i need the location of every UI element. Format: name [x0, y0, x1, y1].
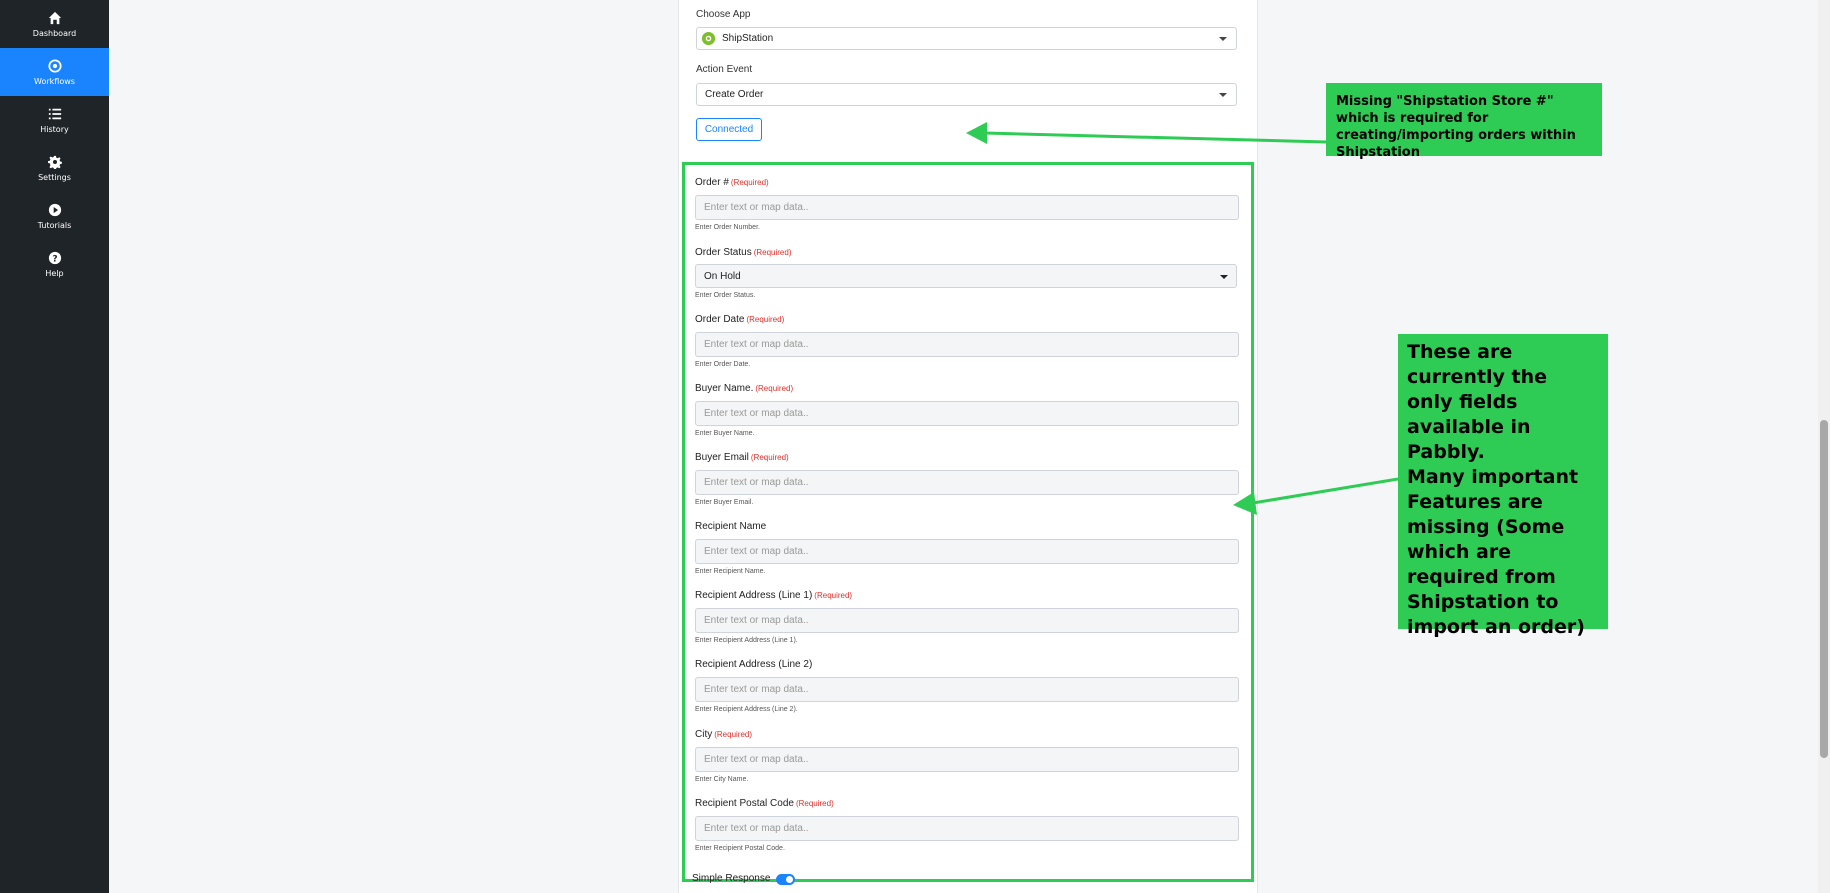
arrow-to-connected: [966, 122, 1327, 144]
scrollbar[interactable]: [1818, 0, 1830, 893]
arrow-to-fields: [1233, 477, 1399, 515]
scrollbar-thumb[interactable]: [1820, 420, 1828, 758]
annotation-arrows: [966, 122, 1399, 515]
